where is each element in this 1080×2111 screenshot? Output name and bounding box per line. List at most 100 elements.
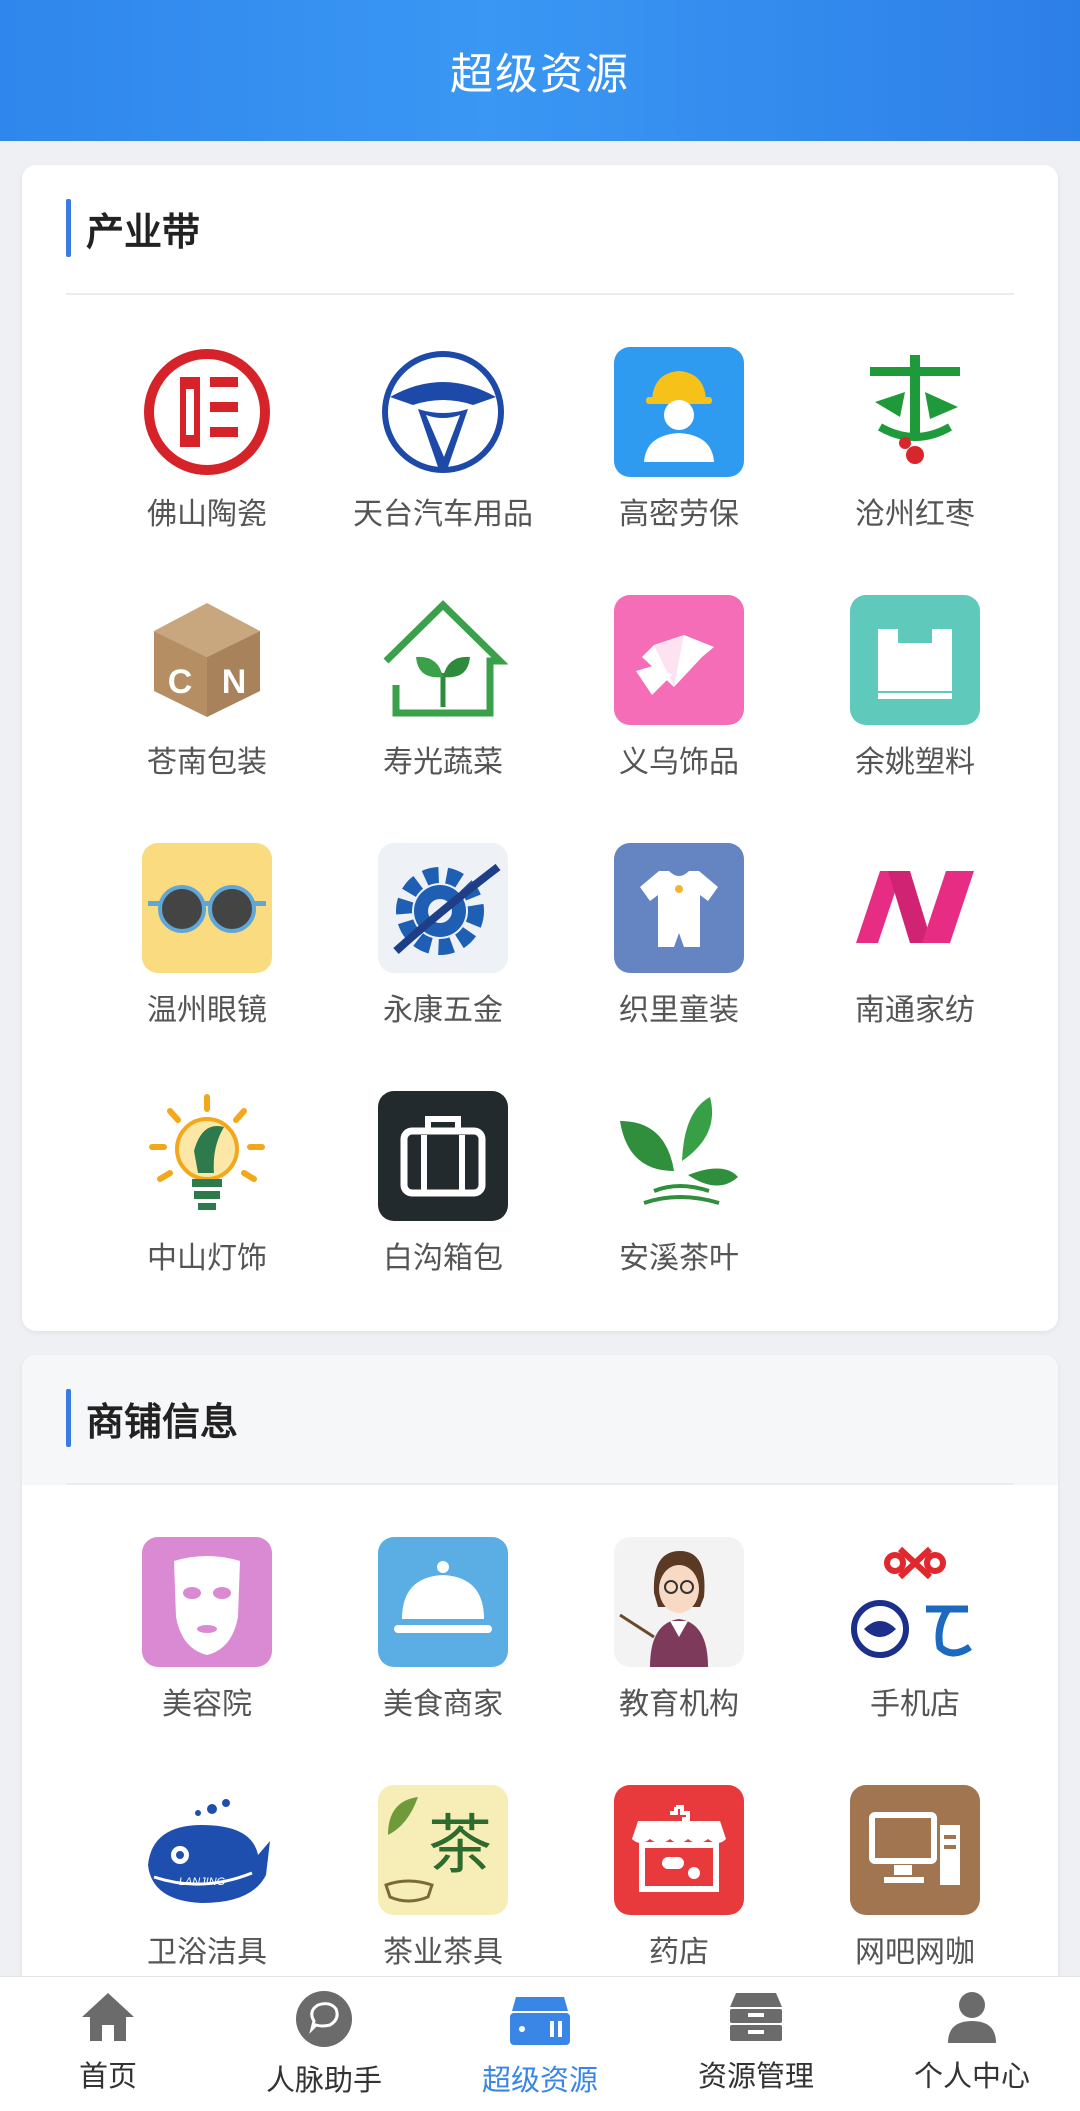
item-label: 寿光蔬菜 [383, 745, 503, 780]
worker-helmet-icon [614, 347, 744, 477]
steering-wheel-icon [378, 347, 508, 477]
item-label: 织里童装 [619, 993, 739, 1028]
tab-label: 首页 [78, 2059, 137, 2093]
item-label: 温州眼镜 [147, 993, 267, 1028]
shop-item-phone[interactable]: 手机店 [797, 1537, 1033, 1757]
item-label: 沧州红枣 [855, 497, 975, 532]
gear-icon [378, 843, 508, 973]
shop-item-pharmacy[interactable]: 药店 [561, 1785, 797, 2005]
shop-item-beauty[interactable]: 美容院 [89, 1537, 325, 1757]
section-header: 产业带 [22, 165, 1058, 295]
tab-personal-center[interactable]: 个人中心 [864, 1977, 1080, 2111]
industry-item-nantong[interactable]: 南通家纺 [797, 843, 1033, 1063]
industry-item-tiantai[interactable]: 天台汽车用品 [325, 347, 561, 567]
tea-character-icon: 茶 [378, 1785, 508, 1915]
industry-item-cangnan[interactable]: C N 苍南包装 [89, 595, 325, 815]
item-label: 佛山陶瓷 [147, 497, 267, 532]
item-label: 永康五金 [383, 993, 503, 1028]
baby-clothes-icon [614, 843, 744, 973]
industry-section: 产业带 佛山陶瓷 天台汽车用品 高密劳保 沧州红枣 C N 苍南包装 寿光蔬菜 … [22, 165, 1058, 1331]
industry-item-baigou[interactable]: 白沟箱包 [325, 1091, 561, 1311]
tab-contacts[interactable]: 人脉助手 [216, 1977, 432, 2111]
industry-item-yuyao[interactable]: 余姚塑料 [797, 595, 1033, 815]
section-divider [66, 293, 1014, 295]
svg-text:LANJING: LANJING [179, 1876, 226, 1888]
industry-item-zhongshan[interactable]: 中山灯饰 [89, 1091, 325, 1311]
tab-label: 个人中心 [913, 2059, 1030, 2093]
teacher-icon [614, 1537, 744, 1667]
svg-text:C: C [168, 663, 193, 701]
section-title: 产业带 [86, 210, 201, 254]
item-label: 教育机构 [619, 1687, 739, 1722]
bottom-tab-bar: 首页 人脉助手 超级资源 资源管理 个人中心 [0, 1976, 1080, 2111]
page-title: 超级资源 [450, 49, 630, 100]
plastic-bag-icon [850, 595, 980, 725]
industry-item-cangzhou[interactable]: 沧州红枣 [797, 347, 1033, 567]
item-label: 手机店 [870, 1687, 960, 1722]
computer-icon [850, 1785, 980, 1915]
item-label: 药店 [649, 1935, 709, 1970]
item-label: 美食商家 [383, 1687, 503, 1722]
item-label: 义乌饰品 [619, 745, 739, 780]
svg-text:茶: 茶 [428, 1809, 492, 1883]
industry-item-shouguang[interactable]: 寿光蔬菜 [325, 595, 561, 815]
shop-item-food[interactable]: 美食商家 [325, 1537, 561, 1757]
tab-label: 人脉助手 [265, 2063, 382, 2097]
foshan-ceramic-logo-icon [142, 347, 272, 477]
tab-label: 超级资源 [481, 2063, 598, 2097]
title-accent-bar [66, 1389, 71, 1447]
item-label: 安溪茶叶 [619, 1241, 739, 1276]
item-label: 南通家纺 [855, 993, 975, 1028]
header-bar: 超级资源 [0, 0, 1080, 141]
section-title: 商铺信息 [86, 1400, 239, 1444]
industry-item-wenzhou[interactable]: 温州眼镜 [89, 843, 325, 1063]
tab-resource-management[interactable]: 资源管理 [648, 1977, 864, 2111]
cn-box-icon: C N [142, 595, 272, 725]
tab-label: 资源管理 [697, 2059, 814, 2093]
carrier-logos-icon [850, 1537, 980, 1667]
tea-leaf-icon [614, 1091, 744, 1221]
industry-item-gaomi[interactable]: 高密劳保 [561, 347, 797, 567]
industry-item-yongkang[interactable]: 永康五金 [325, 843, 561, 1063]
sprout-house-icon [378, 595, 508, 725]
industry-item-zhili[interactable]: 织里童装 [561, 843, 797, 1063]
whale-logo-icon: LANJING [142, 1785, 272, 1915]
light-bulb-icon [142, 1091, 272, 1221]
item-label: 美容院 [162, 1687, 252, 1722]
item-label: 苍南包装 [147, 745, 267, 780]
database-icon [510, 1997, 570, 2045]
item-label: 高密劳保 [619, 497, 739, 532]
shop-item-bathroom[interactable]: LANJING 卫浴洁具 [89, 1785, 325, 2005]
shop-item-tea[interactable]: 茶 茶业茶具 [325, 1785, 561, 2005]
industry-item-foshan[interactable]: 佛山陶瓷 [89, 347, 325, 567]
user-icon [948, 1992, 996, 2043]
shop-item-education[interactable]: 教育机构 [561, 1537, 797, 1757]
shop-item-netcafe[interactable]: 网吧网咖 [797, 1785, 1033, 2005]
item-label: 余姚塑料 [855, 745, 975, 780]
section-divider [66, 1483, 1014, 1485]
face-mask-icon [142, 1537, 272, 1667]
item-label: 卫浴洁具 [147, 1935, 267, 1970]
item-label: 网吧网咖 [855, 1935, 975, 1970]
tab-home[interactable]: 首页 [0, 1977, 216, 2111]
diamond-icon [614, 595, 744, 725]
item-label: 茶业茶具 [383, 1935, 503, 1970]
jujube-logo-icon [850, 347, 980, 477]
archive-icon [730, 1993, 782, 2041]
food-cloche-icon [378, 1537, 508, 1667]
item-label: 中山灯饰 [147, 1241, 267, 1276]
chat-icon [296, 1991, 352, 2047]
title-accent-bar [66, 199, 71, 257]
item-label: 天台汽车用品 [353, 497, 533, 532]
svg-text:N: N [222, 663, 247, 701]
industry-item-anxi[interactable]: 安溪茶叶 [561, 1091, 797, 1311]
industry-item-yiwu[interactable]: 义乌饰品 [561, 595, 797, 815]
pharmacy-icon [614, 1785, 744, 1915]
home-icon [82, 1993, 134, 2041]
suitcase-icon [378, 1091, 508, 1221]
n-letter-logo-icon [850, 843, 980, 973]
tab-super-resources[interactable]: 超级资源 [432, 1977, 648, 2111]
item-label: 白沟箱包 [383, 1241, 503, 1276]
sunglasses-icon [142, 843, 272, 973]
section-header: 商铺信息 [22, 1355, 1058, 1485]
